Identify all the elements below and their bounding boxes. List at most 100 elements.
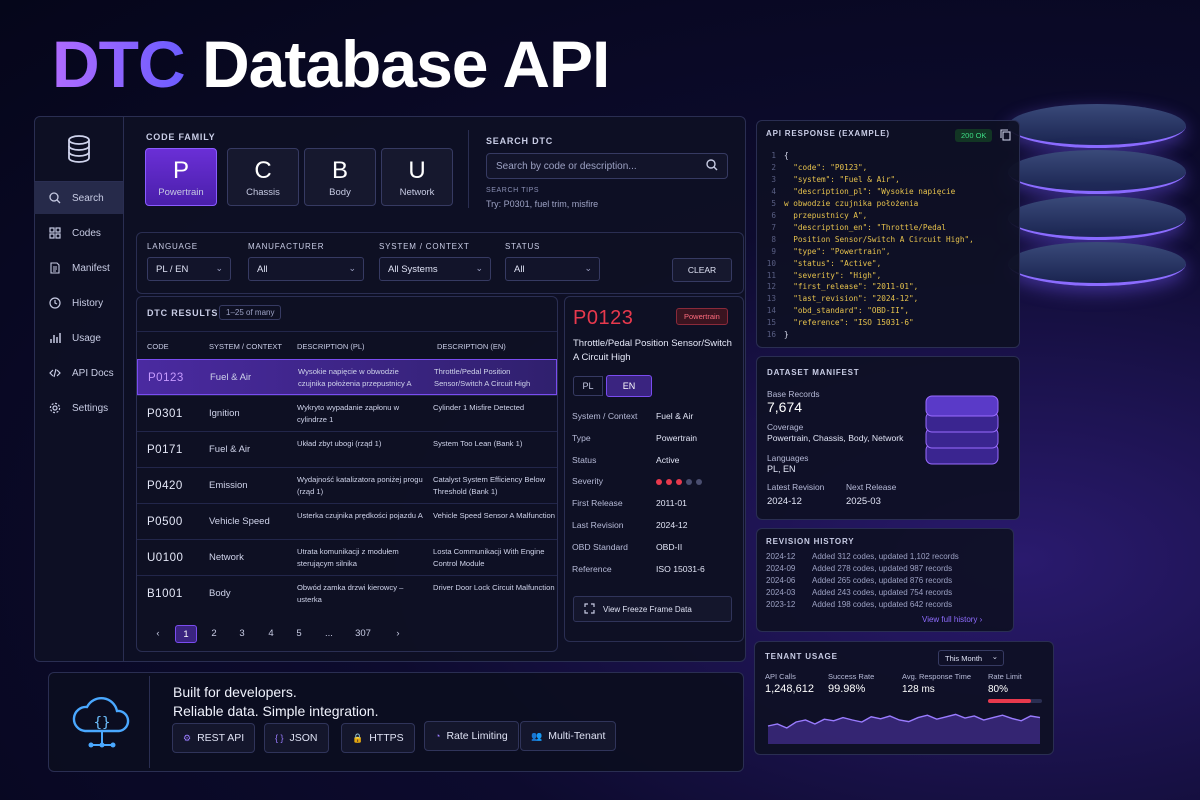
- detail-field: OBD Standard OBD-II: [572, 542, 682, 552]
- history-item: 2024-09 Added 278 codes, updated 987 reco…: [766, 564, 952, 573]
- col-system: SYSTEM / CONTEXT: [209, 342, 282, 351]
- page-title: DTC Database API: [52, 27, 610, 101]
- tab-en[interactable]: EN: [606, 375, 652, 397]
- manufacturer-select[interactable]: All ⌄: [248, 257, 364, 281]
- table-row[interactable]: B1001 Body Obwód zamka drzwi kierowcy – us…: [137, 575, 557, 611]
- prev-page-button[interactable]: ‹: [147, 625, 169, 643]
- status-select[interactable]: All ⌄: [505, 257, 600, 281]
- period-select[interactable]: This Month ⌄: [938, 650, 1004, 666]
- family-button-body[interactable]: B Body: [304, 148, 376, 206]
- row-desc-en: Vehicle Speed Sensor A Malfunction: [433, 511, 556, 520]
- page-button[interactable]: 2: [203, 625, 225, 643]
- sidebar-item-search[interactable]: Search: [34, 182, 123, 214]
- page-button[interactable]: 1: [175, 625, 197, 643]
- json-text: "last_revision": "2024-12",: [784, 294, 919, 304]
- sidebar-item-usage[interactable]: Usage: [34, 322, 123, 354]
- database-cylinder-decor: [1008, 242, 1186, 286]
- table-row[interactable]: P0171 Fuel & Air Układ zbyt ubogi (rząd 1)…: [137, 431, 557, 467]
- grid-icon: [48, 226, 62, 240]
- language-select[interactable]: PL / EN ⌄: [147, 257, 231, 281]
- row-system: Network: [209, 552, 244, 563]
- system-label: SYSTEM / CONTEXT: [379, 242, 470, 251]
- page-button[interactable]: 4: [260, 625, 282, 643]
- family-button-powertrain[interactable]: P Powertrain: [145, 148, 217, 206]
- rate-limit-label: Rate Limit: [988, 672, 1022, 681]
- search-label: SEARCH DTC: [486, 136, 554, 146]
- search-icon[interactable]: [706, 159, 718, 174]
- line-number: 5: [771, 198, 776, 208]
- table-row[interactable]: P0420 Emission Wydajność katalizatora poni…: [137, 467, 557, 503]
- family-button-chassis[interactable]: C Chassis: [227, 148, 299, 206]
- api-response-label: API RESPONSE (EXAMPLE): [766, 129, 890, 138]
- success-rate-value: 99.98%: [828, 683, 866, 695]
- braces-icon: { }: [275, 733, 284, 743]
- row-code: B1001: [147, 588, 183, 600]
- sidebar-item-codes[interactable]: Codes: [34, 217, 123, 249]
- results-count-badge: 1–25 of many: [219, 305, 282, 320]
- json-text: "severity": "High",: [784, 270, 882, 280]
- json-line: 14 "obd_standard": "OBD-II",: [762, 305, 1012, 317]
- json-text: "obd_standard": "OBD-II",: [784, 306, 909, 316]
- row-desc-en: Throttle/Pedal Position Sensor/Switch A …: [434, 367, 531, 388]
- clear-button[interactable]: CLEAR: [672, 258, 732, 282]
- family-name: Network: [399, 187, 435, 198]
- search-placeholder: Search by code or description...: [496, 161, 637, 172]
- history-date: 2024-06: [766, 576, 796, 585]
- line-number: 12: [766, 282, 776, 292]
- system-select[interactable]: All Systems ⌄: [379, 257, 491, 281]
- sidebar-item-manifest[interactable]: Manifest: [34, 252, 123, 284]
- response-time-value: 128 ms: [902, 684, 935, 695]
- line-number: 15: [766, 318, 776, 328]
- tab-pl[interactable]: PL: [573, 376, 603, 396]
- table-row[interactable]: P0500 Vehicle Speed Usterka czujnika prędk…: [137, 503, 557, 539]
- database-cylinder-decor: [1008, 104, 1186, 148]
- table-row[interactable]: P0301 Ignition Wykryto wypadanie zapłonu w…: [137, 395, 557, 431]
- table-row[interactable]: P0123 Fuel & Air Wysokie napięcie w obwodz…: [137, 359, 557, 395]
- freeze-frame-button[interactable]: View Freeze Frame Data: [573, 596, 732, 622]
- chevron-down-icon: ⌄: [215, 263, 223, 273]
- row-code: P0420: [147, 480, 183, 492]
- chip-label: Multi-Tenant: [548, 730, 606, 742]
- next-page-button[interactable]: ›: [387, 625, 409, 643]
- history-date: 2024-12: [766, 552, 796, 561]
- sidebar-item-label: History: [72, 297, 104, 309]
- table-row[interactable]: U0100 Network Utrata komunikacji z modułem…: [137, 539, 557, 575]
- sidebar-item-settings[interactable]: Settings: [34, 392, 123, 424]
- family-button-network[interactable]: U Network: [381, 148, 453, 206]
- json-text: "code": "P0123",: [784, 162, 868, 172]
- svg-text:{}: {}: [93, 715, 110, 731]
- json-code-block: 1{2 "code": "P0123", 3 "system": "Fuel & …: [762, 150, 1012, 341]
- latest-revision-label: Latest Revision: [767, 482, 825, 492]
- detail-field-key: Type: [572, 432, 591, 443]
- detail-field-key: Severity: [572, 476, 604, 487]
- json-text: "description_en": "Throttle/Pedal: [784, 222, 946, 232]
- rate-limit-fill: [988, 699, 1032, 703]
- view-history-link[interactable]: View full history ›: [922, 615, 982, 624]
- title-rest: Database API: [202, 27, 610, 101]
- row-system: Fuel & Air: [209, 444, 251, 455]
- row-desc-en: System Too Lean (Bank 1): [433, 439, 523, 448]
- json-text: "status": "Active",: [784, 258, 882, 268]
- history-item: 2024-06 Added 265 codes, updated 876 reco…: [766, 576, 952, 585]
- stack-illustration: [922, 386, 1004, 481]
- base-records-value: 7,674: [767, 399, 803, 415]
- copy-icon[interactable]: [1000, 128, 1011, 146]
- json-text: "system": "Fuel & Air",: [784, 174, 900, 184]
- response-time-label: Avg. Response Time: [902, 672, 972, 681]
- detail-field: Reference ISO 15031-6: [572, 564, 705, 574]
- page-button[interactable]: 307: [350, 625, 376, 643]
- page-button[interactable]: 3: [231, 625, 253, 643]
- history-date: 2024-03: [766, 588, 796, 597]
- search-input[interactable]: Search by code or description...: [486, 153, 728, 179]
- row-system: Ignition: [209, 408, 240, 419]
- sidebar-item-api-docs[interactable]: API Docs: [34, 357, 123, 389]
- chevron-down-icon: ⌄: [348, 263, 356, 273]
- json-line: 11 "severity": "High",: [762, 270, 1012, 282]
- users-icon: 👥: [531, 730, 543, 741]
- page-button[interactable]: 5: [288, 625, 310, 643]
- chevron-down-icon: ⌄: [584, 263, 592, 273]
- results-header: CODE SYSTEM / CONTEXT DESCRIPTION (PL) D…: [137, 331, 557, 359]
- history-item: 2024-03 Added 243 codes, updated 754 reco…: [766, 588, 952, 597]
- code-family-label: CODE FAMILY: [146, 132, 216, 142]
- sidebar-item-history[interactable]: History: [34, 287, 123, 319]
